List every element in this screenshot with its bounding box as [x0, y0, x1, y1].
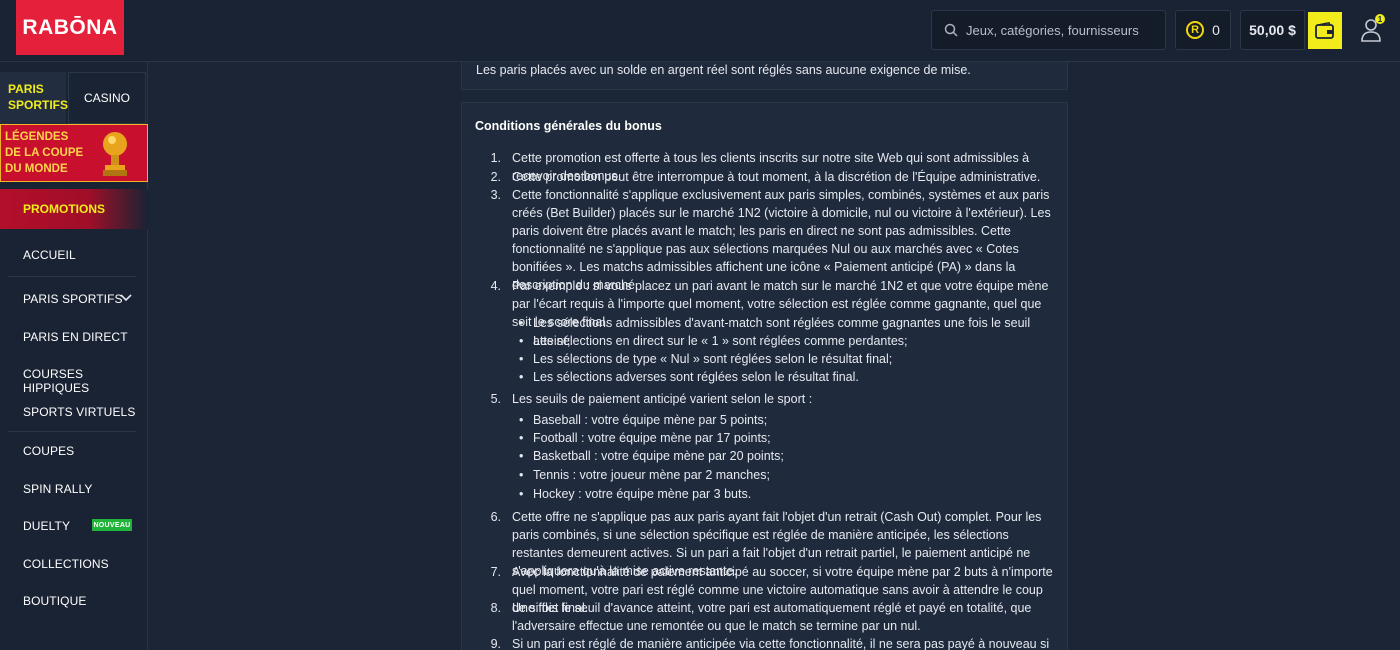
search-input[interactable] [966, 22, 1156, 38]
bonus-terms-card: Conditions générales du bonus 1. Cette p… [461, 102, 1068, 650]
wallet-icon [1315, 21, 1334, 39]
search-box[interactable] [931, 10, 1166, 50]
rabona-logo[interactable]: RABŌNA [16, 0, 124, 55]
world-cup-legends-banner[interactable]: LÉGENDES DE LA COUPE DU MONDE [0, 124, 148, 182]
balance-display[interactable]: 50,00 $ [1240, 10, 1305, 50]
sidebar-item-boutique[interactable]: BOUTIQUE [23, 594, 86, 608]
sidebar: PARIS SPORTIFS CASINO LÉGENDES DE LA COU… [0, 62, 148, 650]
tab-paris-sportifs[interactable]: PARIS SPORTIFS [0, 72, 68, 124]
sidebar-item-sports-virtuels[interactable]: SPORTS VIRTUELS [23, 405, 135, 419]
sidebar-item-promotions[interactable]: PROMOTIONS [0, 189, 148, 229]
previous-section-card: Les paris placés avec un solde en argent… [461, 62, 1068, 90]
chevron-down-icon[interactable] [120, 293, 132, 303]
divider [8, 276, 136, 277]
sidebar-item-paris-sportifs[interactable]: PARIS SPORTIFS [23, 292, 123, 306]
tab-casino[interactable]: CASINO [68, 72, 146, 124]
sidebar-item-coupes[interactable]: COUPES [23, 444, 74, 458]
terms-title: Conditions générales du bonus [475, 119, 662, 133]
trophy-icon [103, 132, 127, 176]
sidebar-item-accueil[interactable]: ACCUEIL [23, 248, 76, 262]
coins-count: 0 [1212, 22, 1220, 38]
coins-button[interactable]: R 0 [1175, 10, 1231, 50]
top-header: RABŌNA R 0 50,00 $ 1 [0, 0, 1400, 62]
user-account-button[interactable]: 1 [1355, 12, 1387, 48]
legends-label: LÉGENDES DE LA COUPE DU MONDE [5, 131, 84, 175]
sidebar-item-spin-rally[interactable]: SPIN RALLY [23, 482, 92, 496]
rabona-coin-icon: R [1186, 21, 1205, 39]
sidebar-item-courses-hippiques[interactable]: COURSES HIPPIQUES [23, 367, 147, 395]
wallet-button[interactable] [1308, 12, 1342, 49]
sidebar-item-collections[interactable]: COLLECTIONS [23, 557, 109, 571]
search-icon [944, 23, 958, 37]
sidebar-item-duelty[interactable]: DUELTY [23, 519, 70, 533]
notification-badge: 1 [1375, 14, 1385, 24]
new-badge: NOUVEAU [92, 519, 132, 531]
sidebar-item-paris-en-direct[interactable]: PARIS EN DIRECT [23, 330, 128, 344]
real-money-note: Les paris placés avec un solde en argent… [476, 63, 971, 77]
divider [8, 431, 136, 432]
